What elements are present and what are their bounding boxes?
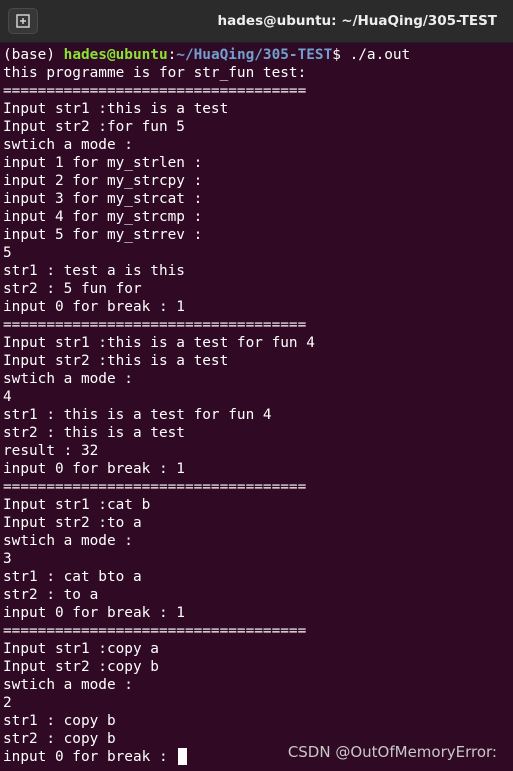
output-line: str1 : test a is this <box>3 263 185 279</box>
prompt-line: (base) hades@ubuntu:~/HuaQing/305-TEST$ … <box>3 46 511 64</box>
output-line: str1 : cat bto a <box>3 569 142 585</box>
text-cursor <box>178 748 188 765</box>
csdn-watermark: CSDN @OutOfMemoryError: <box>287 743 497 761</box>
output-line: input 3 for my_strcat : <box>3 191 203 207</box>
output-line: input 4 for my_strcmp : <box>3 209 203 225</box>
output-line: Input str1 :this is a test for fun 4 <box>3 335 315 351</box>
output-line: str2 : to a <box>3 587 99 603</box>
title-bar: hades@ubuntu: ~/HuaQing/305-TEST <box>0 0 513 43</box>
output-line: =================================== <box>3 479 307 495</box>
output-line: 5 <box>3 245 12 261</box>
output-line: input 0 for break : 1 <box>3 461 185 477</box>
output-line: str1 : this is a test for fun 4 <box>3 407 272 423</box>
output-line: swtich a mode : <box>3 533 133 549</box>
output-line: =================================== <box>3 83 307 99</box>
prompt-dollar: $ <box>332 47 350 63</box>
output-line: Input str2 :copy b <box>3 659 159 675</box>
output-line: input 0 for break : 1 <box>3 605 185 621</box>
conda-env: (base) <box>3 47 64 63</box>
output-line: =================================== <box>3 623 307 639</box>
output-line: str2 : 5 fun for <box>3 281 142 297</box>
new-tab-button[interactable] <box>8 8 38 34</box>
output-line: swtich a mode : <box>3 137 133 153</box>
prompt-path: ~/HuaQing/305-TEST <box>176 47 333 63</box>
output-line: str2 : this is a test <box>3 425 185 441</box>
output-line: Input str1 :cat b <box>3 497 151 513</box>
new-tab-plus-icon <box>16 14 30 28</box>
output-line: 4 <box>3 389 12 405</box>
prompt-user-host: hades@ubuntu <box>63 47 168 63</box>
output-line: Input str2 :for fun 5 <box>3 119 185 135</box>
output-line: 2 <box>3 695 12 711</box>
output-line: str1 : copy b <box>3 713 116 729</box>
output-line: input 5 for my_strrev : <box>3 227 203 243</box>
output-line: Input str2 :this is a test <box>3 353 229 369</box>
output-line: this programme is for str_fun test: <box>3 65 307 81</box>
output-line: input 1 for my_strlen : <box>3 155 203 171</box>
output-line: input 2 for my_strcpy : <box>3 173 203 189</box>
terminal-output[interactable]: (base) hades@ubuntu:~/HuaQing/305-TEST$ … <box>3 46 511 768</box>
output-line: Input str1 :this is a test <box>3 101 229 117</box>
output-line: =================================== <box>3 317 307 333</box>
output-line: result : 32 <box>3 443 99 459</box>
input-prompt-text: input 0 for break : <box>3 749 177 765</box>
output-line: swtich a mode : <box>3 371 133 387</box>
prompt-colon: : <box>167 47 177 63</box>
output-line: Input str2 :to a <box>3 515 142 531</box>
output-line: input 0 for break : 1 <box>3 299 185 315</box>
prompt-command: ./a.out <box>349 47 411 63</box>
window-title: hades@ubuntu: ~/HuaQing/305-TEST <box>217 13 497 29</box>
output-line: Input str1 :copy a <box>3 641 159 657</box>
output-line: swtich a mode : <box>3 677 133 693</box>
output-line: 3 <box>3 551 12 567</box>
